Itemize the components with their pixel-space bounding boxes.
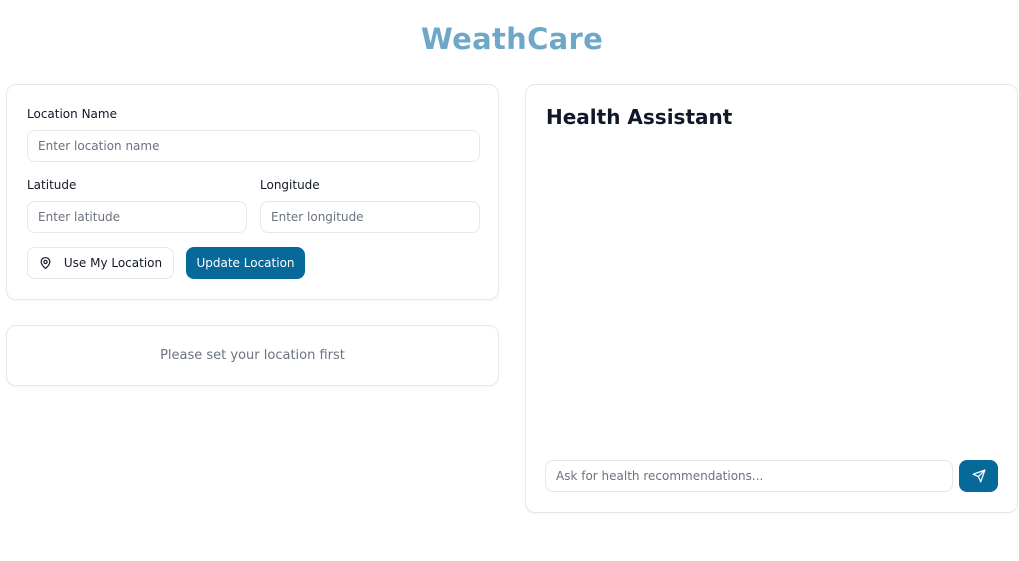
use-my-location-label: Use My Location: [63, 256, 163, 270]
assistant-title: Health Assistant: [546, 105, 733, 129]
latitude-input[interactable]: [27, 201, 247, 233]
longitude-label: Longitude: [260, 178, 320, 192]
status-card: Please set your location first: [6, 325, 499, 386]
location-form-card: Location Name Latitude Longitude Use My …: [6, 84, 499, 300]
status-message: Please set your location first: [160, 348, 345, 363]
health-question-input[interactable]: [545, 460, 953, 492]
use-my-location-button[interactable]: Use My Location: [27, 247, 174, 279]
send-button[interactable]: [959, 460, 998, 492]
update-location-button[interactable]: Update Location: [186, 247, 305, 279]
app-title: WeathCare: [420, 22, 604, 56]
chat-messages-area: [546, 145, 999, 445]
map-pin-icon: [39, 256, 52, 270]
send-icon: [972, 469, 986, 483]
location-name-label: Location Name: [27, 107, 117, 121]
health-assistant-card: Health Assistant: [525, 84, 1018, 513]
location-name-input[interactable]: [27, 130, 480, 162]
longitude-input[interactable]: [260, 201, 480, 233]
latitude-label: Latitude: [27, 178, 77, 192]
